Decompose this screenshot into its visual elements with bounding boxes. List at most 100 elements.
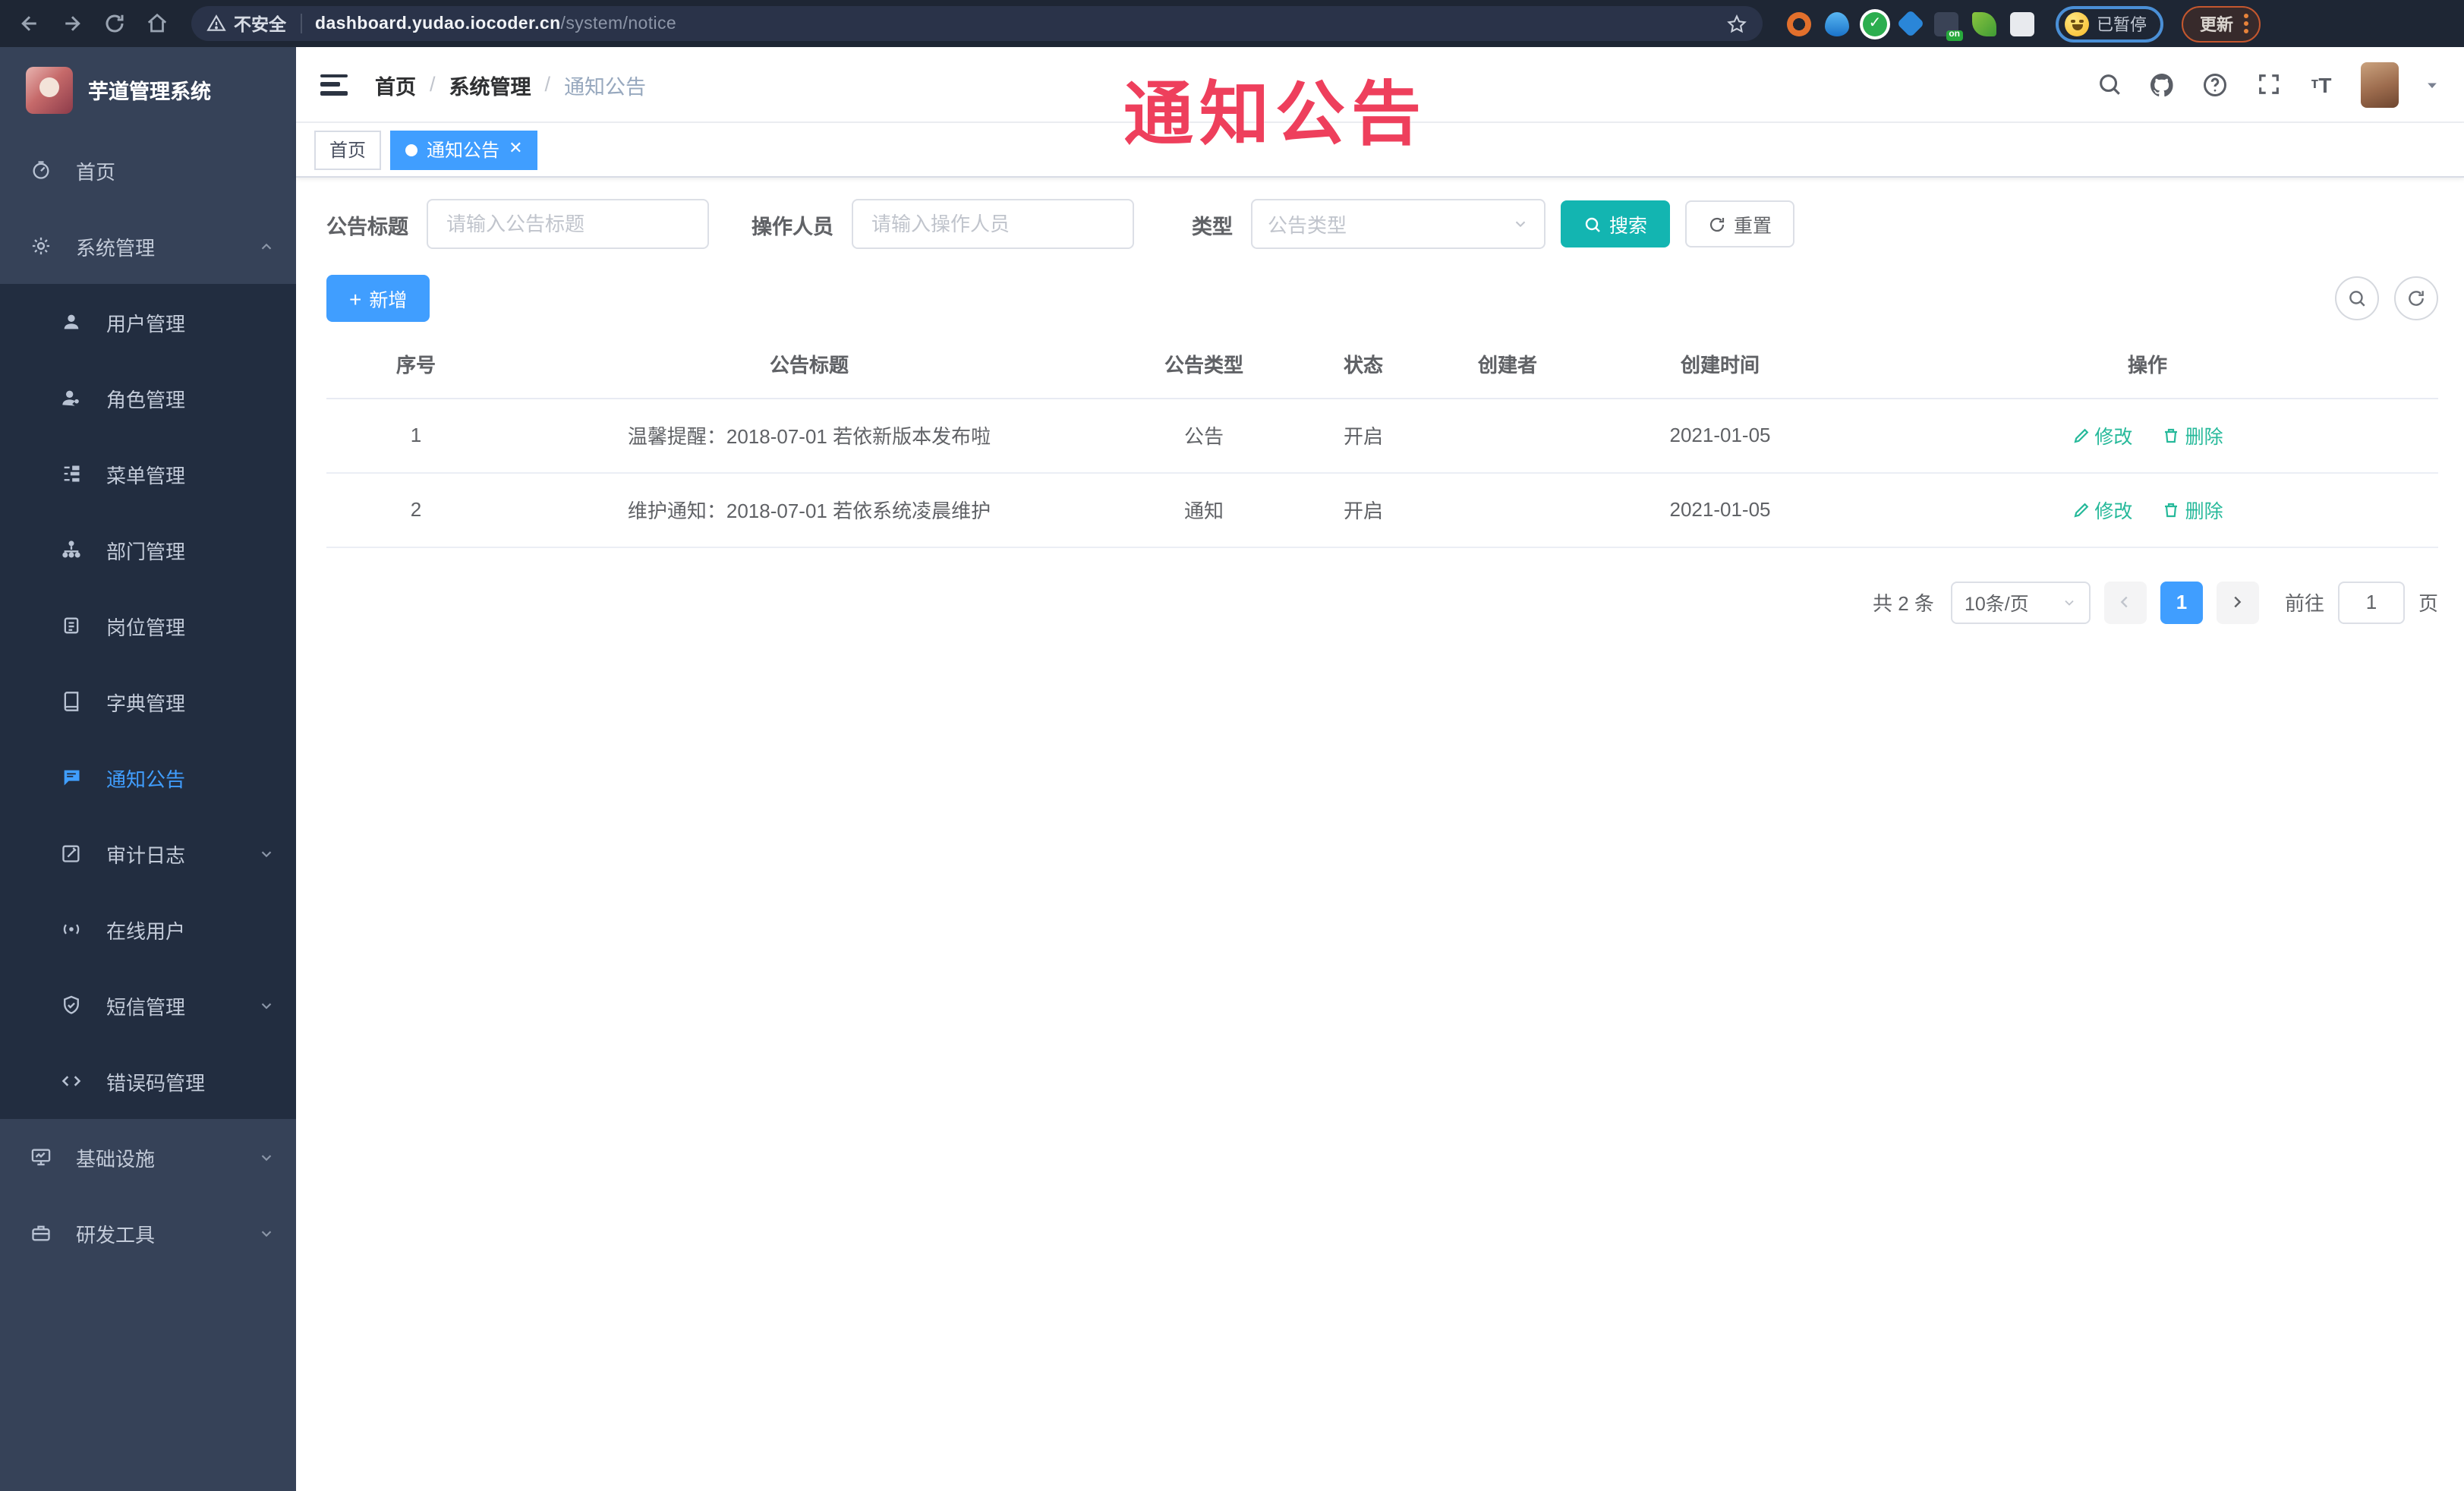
forward-icon[interactable] bbox=[55, 7, 88, 40]
security-label[interactable]: 不安全 bbox=[234, 11, 286, 36]
breadcrumb-system[interactable]: 系统管理 bbox=[449, 69, 531, 99]
sidebar-item-posts[interactable]: 岗位管理 bbox=[0, 588, 296, 664]
col-actions: 操作 bbox=[1857, 331, 2438, 399]
caret-down-icon[interactable] bbox=[2425, 77, 2440, 92]
sidebar-item-users[interactable]: 用户管理 bbox=[0, 284, 296, 360]
add-button[interactable]: + 新增 bbox=[326, 275, 430, 322]
chevron-down-icon bbox=[258, 1225, 275, 1241]
reload-icon[interactable] bbox=[97, 7, 131, 40]
chevron-up-icon bbox=[258, 238, 275, 254]
badge-icon bbox=[61, 615, 82, 636]
app-title: 芋道管理系统 bbox=[88, 80, 211, 103]
notice-title-input[interactable] bbox=[427, 199, 709, 249]
goto-page-input[interactable] bbox=[2337, 581, 2405, 623]
edit-button[interactable]: 修改 bbox=[2072, 495, 2132, 524]
shield-check-icon bbox=[61, 995, 82, 1016]
system-submenu: 用户管理 角色管理 菜单管理 部门管理 岗位管理 字典管理 通知公告 审计日志 … bbox=[0, 284, 296, 1119]
divider bbox=[300, 14, 301, 33]
font-size-icon[interactable]: тT bbox=[2308, 71, 2335, 98]
prev-page-button[interactable] bbox=[2103, 581, 2147, 623]
delete-button[interactable]: 删除 bbox=[2163, 495, 2223, 524]
bookmark-star-icon[interactable] bbox=[1726, 13, 1747, 34]
page-size-select[interactable]: 10条/页 bbox=[1950, 581, 2091, 623]
github-icon[interactable] bbox=[2148, 71, 2176, 98]
table-header-row: 序号 公告标题 公告类型 状态 创建者 创建时间 操作 bbox=[326, 331, 2438, 399]
refresh-button[interactable] bbox=[2394, 276, 2438, 320]
col-title: 公告标题 bbox=[506, 331, 1113, 399]
profile-paused-badge[interactable]: 已暂停 bbox=[2056, 5, 2163, 42]
browser-update-button[interactable]: 更新 bbox=[2182, 5, 2261, 42]
sidebar-item-menus[interactable]: 菜单管理 bbox=[0, 436, 296, 512]
goto-label: 前往 bbox=[2284, 592, 2324, 615]
chevron-down-icon bbox=[2062, 594, 2077, 610]
browser-toolbar: 不安全 dashboard.yudao.iocoder.cn/system/no… bbox=[0, 0, 2464, 47]
sidebar-item-notices[interactable]: 通知公告 bbox=[0, 739, 296, 815]
app-logo bbox=[26, 66, 73, 113]
sidebar-toggle-icon[interactable] bbox=[320, 74, 348, 95]
col-creator: 创建者 bbox=[1432, 331, 1583, 399]
filter-operator-label: 操作人员 bbox=[751, 215, 833, 238]
tab-notices[interactable]: 通知公告 ✕ bbox=[390, 130, 538, 169]
extension-diamond-icon[interactable] bbox=[1896, 9, 1925, 38]
close-icon[interactable]: ✕ bbox=[509, 140, 522, 158]
goto-suffix: 页 bbox=[2418, 592, 2438, 615]
search-button[interactable]: 搜索 bbox=[1561, 200, 1671, 247]
extension-row: ✓ bbox=[1787, 9, 2034, 40]
edit-button[interactable]: 修改 bbox=[2072, 421, 2132, 449]
tab-home[interactable]: 首页 bbox=[314, 130, 382, 169]
delete-button[interactable]: 删除 bbox=[2163, 421, 2223, 449]
chevron-down-icon bbox=[1512, 216, 1529, 232]
home-icon[interactable] bbox=[140, 7, 173, 40]
page-content: 公告标题 操作人员 类型 公告类型 bbox=[296, 178, 2464, 1491]
sidebar-item-dev-tools[interactable]: 研发工具 bbox=[0, 1195, 296, 1271]
gear-icon bbox=[30, 235, 52, 257]
pagination: 共 2 条 10条/页 1 前往 1 页 bbox=[326, 581, 2438, 623]
extensions-puzzle-icon[interactable] bbox=[2010, 11, 2034, 36]
breadcrumb-separator: / bbox=[430, 73, 436, 96]
extension-green-check-icon[interactable]: ✓ bbox=[1863, 11, 1887, 36]
address-bar[interactable]: 不安全 dashboard.yudao.iocoder.cn/system/no… bbox=[191, 6, 1763, 41]
search-icon[interactable] bbox=[2095, 71, 2122, 98]
tags-bar: 首页 通知公告 ✕ bbox=[296, 123, 2464, 178]
menu-tree-icon bbox=[61, 463, 82, 484]
filter-title-label: 公告标题 bbox=[326, 215, 408, 238]
extension-orange-icon[interactable] bbox=[1787, 11, 1811, 36]
notices-table: 序号 公告标题 公告类型 状态 创建者 创建时间 操作 1 温馨提醒：2018- bbox=[326, 331, 2438, 547]
sidebar-item-error-codes[interactable]: 错误码管理 bbox=[0, 1043, 296, 1119]
update-label: 更新 bbox=[2200, 16, 2233, 34]
sidebar-item-audit-log[interactable]: 审计日志 bbox=[0, 815, 296, 891]
breadcrumb-home[interactable]: 首页 bbox=[375, 69, 416, 99]
browser-menu-icon[interactable] bbox=[2244, 14, 2248, 33]
user-avatar[interactable] bbox=[2361, 61, 2399, 107]
extension-switch-icon[interactable] bbox=[1934, 11, 1963, 40]
sidebar-item-departments[interactable]: 部门管理 bbox=[0, 512, 296, 588]
col-type: 公告类型 bbox=[1113, 331, 1295, 399]
col-created-at: 创建时间 bbox=[1583, 331, 1857, 399]
main-area: 通知公告 首页 / 系统管理 / 通知公告 т T 首页 通知公告 ✕ 公告标题… bbox=[296, 47, 2464, 1491]
sidebar-item-system-management[interactable]: 系统管理 bbox=[0, 208, 296, 284]
sidebar-item-sms[interactable]: 短信管理 bbox=[0, 967, 296, 1043]
fullscreen-icon[interactable] bbox=[2254, 71, 2282, 98]
sidebar-item-home[interactable]: 首页 bbox=[0, 132, 296, 208]
screen: 不安全 dashboard.yudao.iocoder.cn/system/no… bbox=[0, 0, 2464, 1491]
url-text[interactable]: dashboard.yudao.iocoder.cn/system/notice bbox=[315, 14, 676, 33]
page-number-button[interactable]: 1 bbox=[2160, 581, 2203, 623]
toggle-search-button[interactable] bbox=[2335, 276, 2379, 320]
sidebar-item-infrastructure[interactable]: 基础设施 bbox=[0, 1119, 296, 1195]
notice-type-select[interactable]: 公告类型 bbox=[1251, 199, 1546, 249]
extension-leaf-icon[interactable] bbox=[1972, 11, 1996, 36]
sidebar-item-dictionaries[interactable]: 字典管理 bbox=[0, 664, 296, 739]
chevron-down-icon bbox=[258, 845, 275, 862]
reset-button[interactable]: 重置 bbox=[1685, 200, 1795, 247]
logo-row[interactable]: 芋道管理系统 bbox=[0, 47, 296, 132]
operator-input[interactable] bbox=[852, 199, 1134, 249]
dashboard-icon bbox=[30, 159, 52, 181]
sidebar-item-roles[interactable]: 角色管理 bbox=[0, 360, 296, 436]
back-icon[interactable] bbox=[12, 7, 46, 40]
extension-drop-icon[interactable] bbox=[1825, 11, 1849, 36]
sidebar-item-online-users[interactable]: 在线用户 bbox=[0, 891, 296, 967]
help-icon[interactable] bbox=[2201, 71, 2229, 98]
url-host: dashboard.yudao.iocoder.cn bbox=[315, 14, 561, 33]
table-row: 2 维护通知：2018-07-01 若依系统凌晨维护 通知 开启 2021-01… bbox=[326, 472, 2438, 547]
next-page-button[interactable] bbox=[2216, 581, 2259, 623]
